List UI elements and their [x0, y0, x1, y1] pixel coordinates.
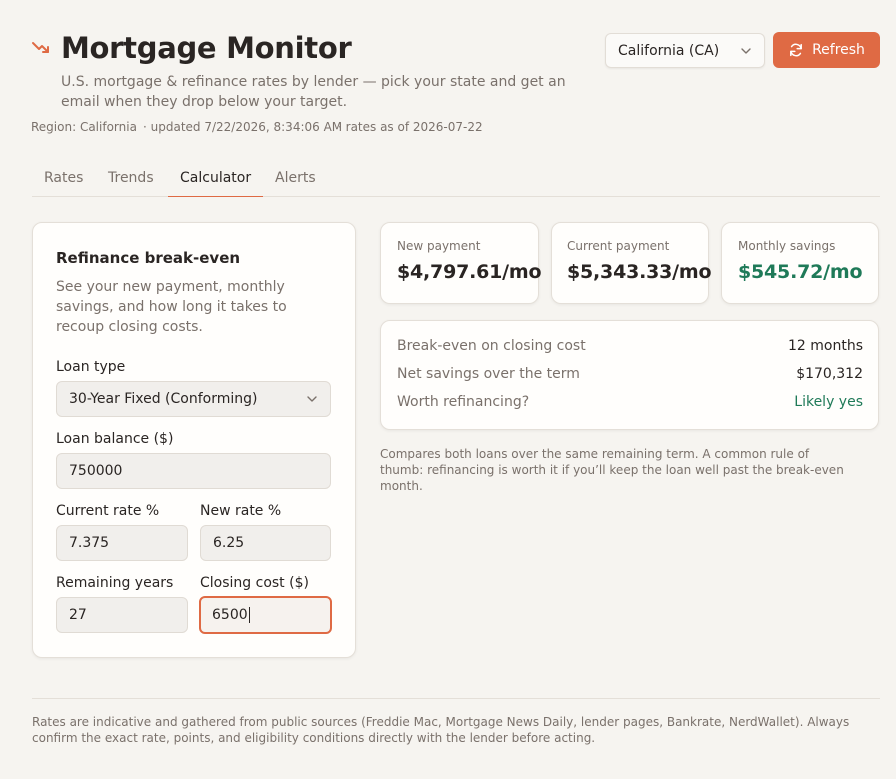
new-rate-input[interactable]: 6.25: [200, 525, 331, 561]
new-payment-value: $4,797.61/mo: [397, 261, 542, 283]
app-title: Mortgage Monitor: [61, 31, 352, 65]
new-payment-label: New payment: [397, 239, 481, 253]
chevron-down-icon: [741, 47, 751, 54]
rates-date: · rates as of 2026-07-22: [338, 120, 483, 134]
loan-type-value: 30-Year Fixed (Conforming): [69, 391, 258, 407]
region-label: Region: California: [31, 120, 137, 134]
tab-alerts[interactable]: Alerts: [263, 160, 328, 197]
new-rate-label: New rate %: [200, 503, 282, 519]
current-payment-value: $5,343.33/mo: [567, 261, 712, 283]
footer-disclaimer: Rates are indicative and gathered from p…: [32, 715, 850, 745]
current-payment-label: Current payment: [567, 239, 670, 253]
net-savings-label: Net savings over the term: [397, 366, 580, 382]
monthly-savings-value: $545.72/mo: [738, 261, 863, 283]
refresh-label: Refresh: [812, 42, 865, 58]
worth-refinancing-label: Worth refinancing?: [397, 394, 530, 410]
text-caret: [248, 607, 250, 623]
loan-balance-label: Loan balance ($): [56, 431, 174, 447]
net-savings-value: $170,312: [796, 366, 863, 382]
break-even-value: 12 months: [788, 338, 863, 354]
remaining-years-input[interactable]: 27: [56, 597, 188, 633]
loan-balance-input[interactable]: 750000: [56, 453, 331, 489]
closing-cost-value: 6500: [212, 607, 248, 623]
closing-cost-label: Closing cost ($): [200, 575, 309, 591]
worth-refinancing-value: Likely yes: [794, 394, 863, 410]
state-select-value: California (CA): [618, 42, 720, 59]
current-rate-label: Current rate %: [56, 503, 160, 519]
tab-rates[interactable]: Rates: [32, 160, 95, 197]
refresh-button[interactable]: Refresh: [773, 32, 880, 68]
loan-type-select[interactable]: 30-Year Fixed (Conforming): [56, 381, 331, 417]
loan-type-label: Loan type: [56, 359, 126, 375]
closing-cost-input[interactable]: 6500: [199, 596, 332, 634]
monthly-savings-label: Monthly savings: [738, 239, 836, 253]
tab-calculator[interactable]: Calculator: [168, 160, 264, 197]
state-select[interactable]: California (CA): [605, 33, 765, 68]
app-subtitle: U.S. mortgage & refinance rates by lende…: [61, 74, 566, 110]
break-even-label: Break-even on closing cost: [397, 338, 586, 354]
remaining-years-label: Remaining years: [56, 575, 174, 591]
updated-timestamp: · updated 7/22/2026, 8:34:06 AM: [143, 120, 343, 134]
chevron-down-icon: [307, 396, 317, 402]
footer-divider: [32, 698, 880, 699]
trending-down-icon: [32, 42, 49, 53]
tab-trends[interactable]: Trends: [96, 160, 166, 197]
current-rate-input[interactable]: 7.375: [56, 525, 188, 561]
comparison-note: Compares both loans over the same remain…: [380, 447, 844, 493]
calculator-title: Refinance break-even: [56, 249, 241, 267]
refresh-icon: [790, 43, 803, 57]
calculator-description: See your new payment, monthly savings, a…: [56, 279, 287, 335]
